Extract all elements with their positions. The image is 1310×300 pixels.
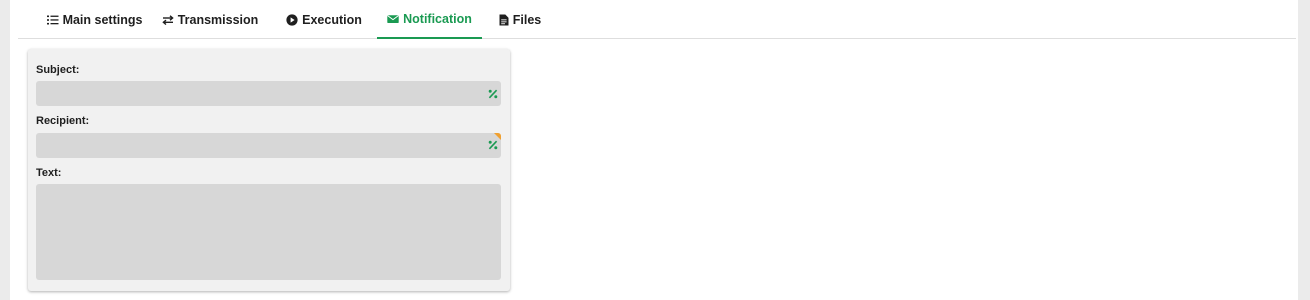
tab-label: Execution	[302, 12, 362, 27]
tab-label: Transmission	[177, 12, 259, 27]
percent-icon[interactable]	[487, 88, 499, 100]
tab-notification[interactable]: Notification	[377, 0, 482, 39]
envelope-icon	[387, 14, 399, 24]
text-label: Text:	[36, 167, 62, 179]
tab-execution[interactable]: Execution	[282, 0, 366, 39]
percent-icon[interactable]	[487, 139, 499, 151]
tab-main-settings[interactable]: Main settings	[38, 0, 151, 39]
file-icon	[499, 14, 509, 26]
recipient-label: Recipient:	[36, 115, 90, 127]
subject-label: Subject:	[36, 64, 80, 76]
tab-files[interactable]: Files	[492, 0, 548, 39]
play-circle-icon	[286, 13, 298, 26]
tab-label: Files	[512, 12, 542, 27]
text-area[interactable]	[36, 184, 501, 280]
settings-panel: Main settings Transmission Execution Not…	[10, 0, 1298, 300]
tab-label: Main settings	[62, 12, 143, 27]
tab-bar: Main settings Transmission Execution Not…	[18, 0, 1296, 39]
notification-form-card: Subject: Recipient: Text:	[28, 49, 510, 291]
swap-arrows-icon	[162, 14, 174, 25]
tab-transmission[interactable]: Transmission	[160, 0, 260, 39]
recipient-input[interactable]	[36, 133, 501, 158]
tab-label: Notification	[403, 11, 472, 26]
subject-input[interactable]	[36, 81, 501, 106]
list-icon	[46, 15, 59, 25]
